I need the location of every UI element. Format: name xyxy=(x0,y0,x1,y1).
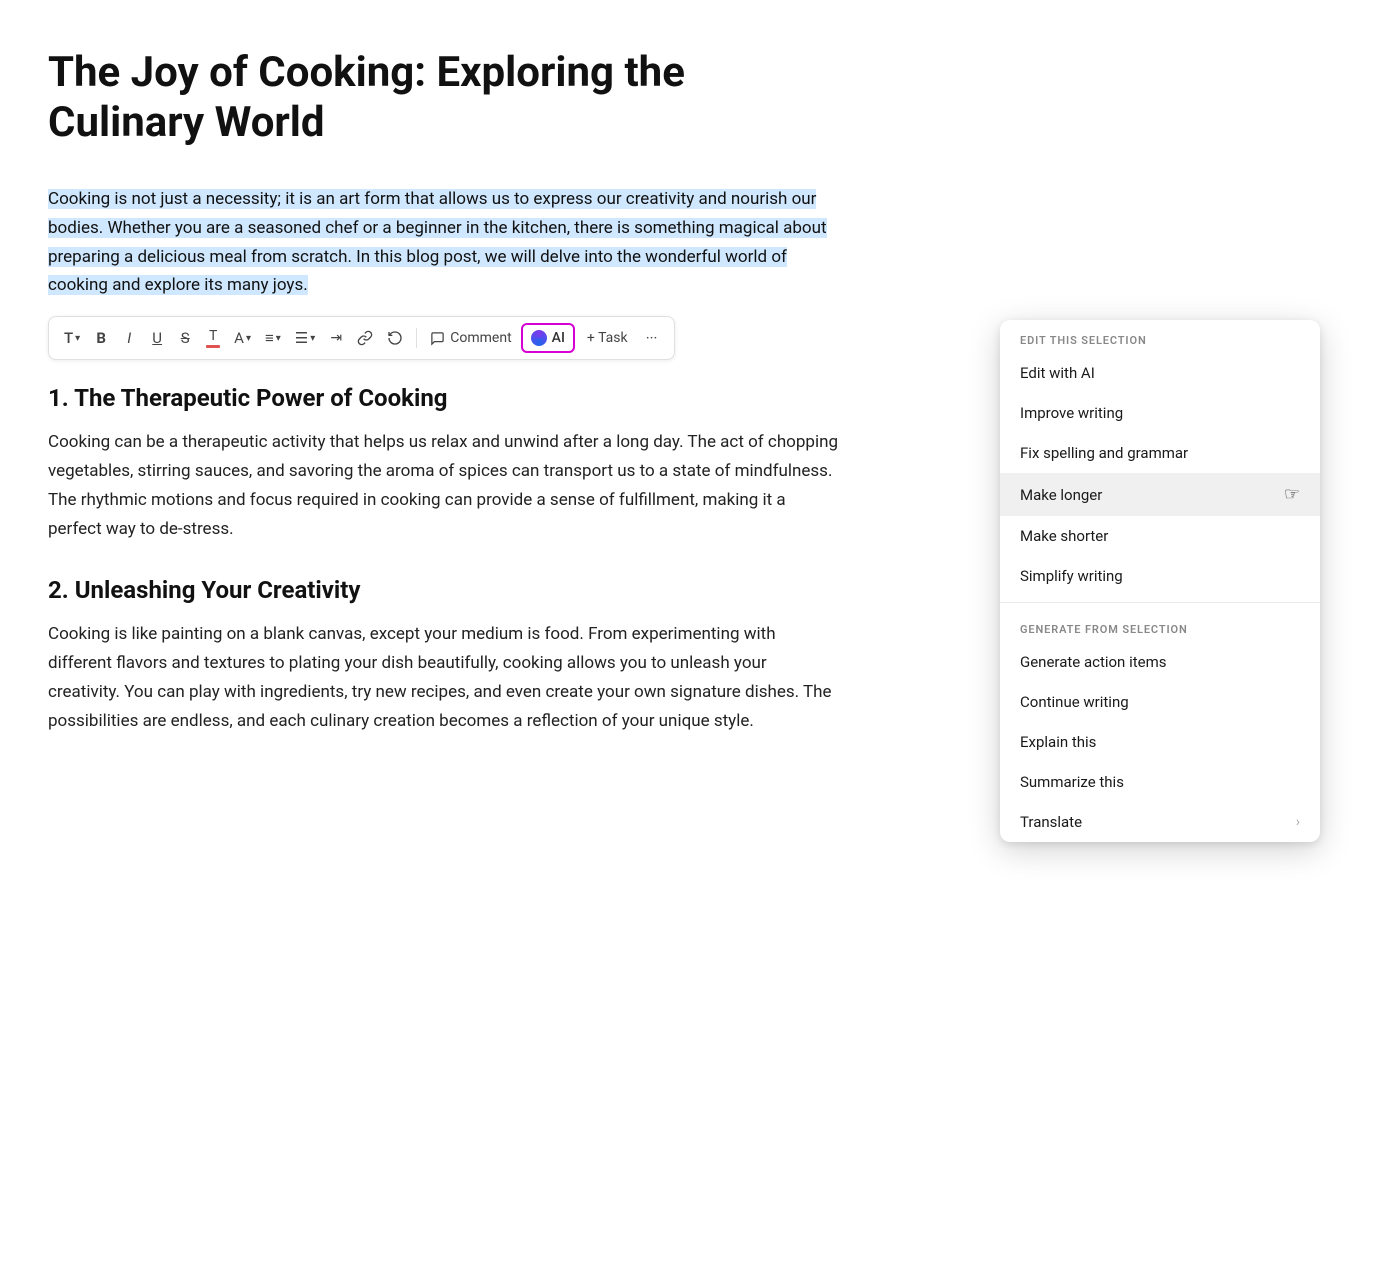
explain-this-label: Explain this xyxy=(1020,733,1096,751)
formatting-toolbar: T ▾ B I U S T A ▾ ≡ ▾ ☰ ▾ xyxy=(48,316,675,360)
fix-spelling-label: Fix spelling and grammar xyxy=(1020,444,1188,462)
bold-button[interactable]: B xyxy=(89,324,113,352)
font-button[interactable]: A ▾ xyxy=(229,324,256,352)
explain-this-item[interactable]: Explain this xyxy=(1000,722,1320,762)
make-longer-item[interactable]: Make longer ☞ xyxy=(1000,473,1320,516)
section1-body: Cooking can be a therapeutic activity th… xyxy=(48,428,840,544)
rotate-button[interactable] xyxy=(382,324,408,352)
make-shorter-item[interactable]: Make shorter xyxy=(1000,516,1320,556)
more-options-button[interactable]: ··· xyxy=(640,324,664,352)
summarize-this-item[interactable]: Summarize this xyxy=(1000,762,1320,802)
main-content: The Joy of Cooking: Exploring the Culina… xyxy=(0,0,900,815)
generate-action-items-item[interactable]: Generate action items xyxy=(1000,642,1320,682)
section2-body: Cooking is like painting on a blank canv… xyxy=(48,620,840,736)
simplify-writing-item[interactable]: Simplify writing xyxy=(1000,556,1320,596)
edit-section-label: EDIT THIS SELECTION xyxy=(1000,320,1320,353)
generate-section-label: GENERATE FROM SELECTION xyxy=(1000,609,1320,642)
section2-heading: 2. Unleashing Your Creativity xyxy=(48,576,840,604)
translate-label: Translate xyxy=(1020,813,1082,831)
improve-writing-item[interactable]: Improve writing xyxy=(1000,393,1320,433)
section1-heading: 1. The Therapeutic Power of Cooking xyxy=(48,384,840,412)
strikethrough-button[interactable]: S xyxy=(173,324,197,352)
selected-paragraph: Cooking is not just a necessity; it is a… xyxy=(48,185,840,301)
ai-icon xyxy=(531,330,547,346)
ai-button-label: AI xyxy=(552,330,565,346)
fix-spelling-item[interactable]: Fix spelling and grammar xyxy=(1000,433,1320,473)
comment-button[interactable]: Comment xyxy=(425,324,516,352)
improve-writing-label: Improve writing xyxy=(1020,404,1123,422)
menu-divider xyxy=(1000,602,1320,603)
make-shorter-label: Make shorter xyxy=(1020,527,1108,545)
translate-item[interactable]: Translate › xyxy=(1000,802,1320,842)
edit-with-ai-item[interactable]: Edit with AI xyxy=(1000,353,1320,393)
link-button[interactable] xyxy=(352,324,378,352)
list-button[interactable]: ☰ ▾ xyxy=(290,324,320,352)
summarize-this-label: Summarize this xyxy=(1020,773,1124,791)
toolbar-separator-1 xyxy=(416,328,417,348)
italic-button[interactable]: I xyxy=(117,324,141,352)
indent-button[interactable]: ⇥ xyxy=(324,324,348,352)
generate-action-items-label: Generate action items xyxy=(1020,653,1166,671)
task-button[interactable]: + Task xyxy=(579,324,636,352)
underline-button[interactable]: U xyxy=(145,324,169,352)
edit-with-ai-label: Edit with AI xyxy=(1020,364,1095,382)
continue-writing-label: Continue writing xyxy=(1020,693,1129,711)
align-button[interactable]: ≡ ▾ xyxy=(260,324,286,352)
ai-button[interactable]: AI xyxy=(521,323,575,353)
chevron-right-icon: › xyxy=(1296,814,1300,830)
simplify-writing-label: Simplify writing xyxy=(1020,567,1123,585)
cursor-hand-icon: ☞ xyxy=(1284,484,1300,505)
text-color-button[interactable]: T xyxy=(201,324,225,352)
ai-dropdown-menu: EDIT THIS SELECTION Edit with AI Improve… xyxy=(1000,320,1320,842)
document-title: The Joy of Cooking: Exploring the Culina… xyxy=(48,48,840,149)
text-style-button[interactable]: T ▾ xyxy=(59,324,85,352)
color-indicator xyxy=(206,345,220,348)
text-style-label: T xyxy=(64,329,73,347)
text-style-arrow: ▾ xyxy=(75,333,80,344)
continue-writing-item[interactable]: Continue writing xyxy=(1000,682,1320,722)
make-longer-label: Make longer xyxy=(1020,486,1102,504)
